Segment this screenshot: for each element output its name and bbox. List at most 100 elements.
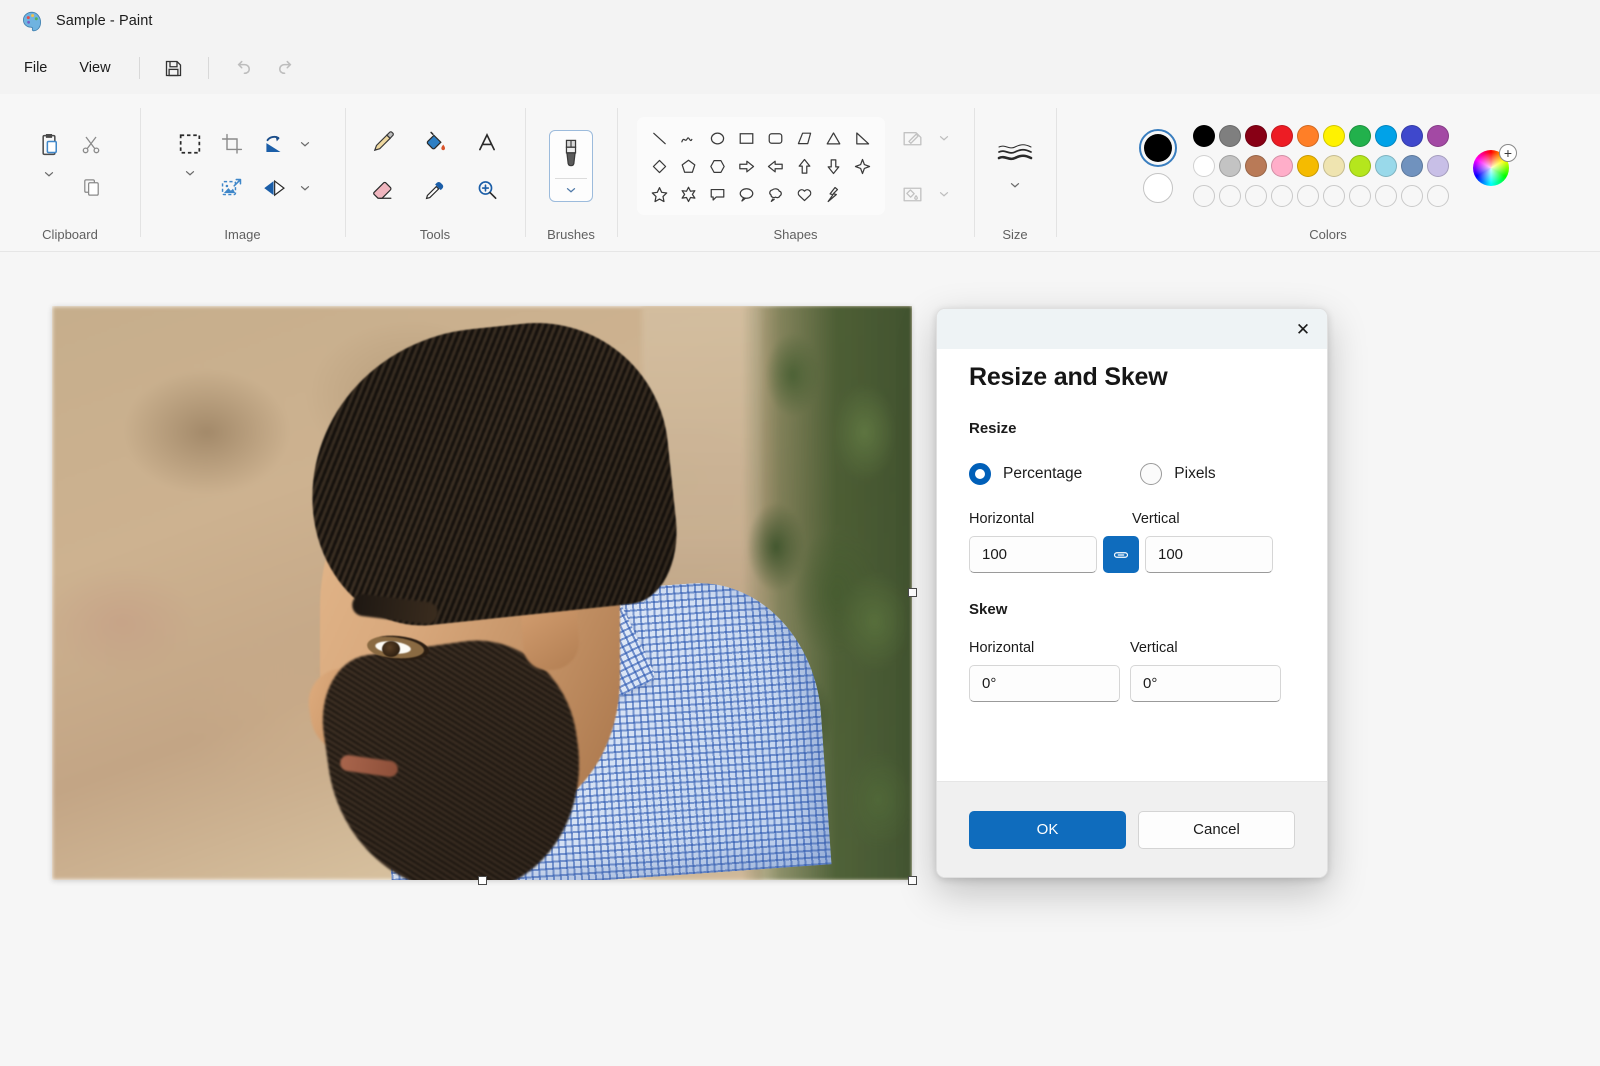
color-swatch-r2-c9[interactable] <box>1401 155 1423 177</box>
save-icon[interactable] <box>156 52 192 84</box>
rotate-icon[interactable] <box>254 124 294 164</box>
chevron-down-icon[interactable] <box>294 135 316 153</box>
shape-rounded-rectangle-icon[interactable] <box>762 125 789 151</box>
color-swatch-r2-c3[interactable] <box>1245 155 1267 177</box>
link-aspect-ratio-icon[interactable] <box>1103 536 1139 573</box>
resize-skew-icon[interactable] <box>212 168 252 208</box>
color-1-primary[interactable] <box>1139 129 1177 167</box>
eraser-icon[interactable] <box>363 170 403 210</box>
color-swatch-r1-c8[interactable] <box>1375 125 1397 147</box>
color-swatch-r2-c1[interactable] <box>1193 155 1215 177</box>
shape-diagonal-triangle-icon[interactable] <box>849 125 876 151</box>
flip-icon[interactable] <box>254 168 294 208</box>
radio-pixels[interactable]: Pixels <box>1140 463 1216 485</box>
redo-icon[interactable] <box>269 52 305 84</box>
eyedropper-icon[interactable] <box>415 170 455 210</box>
color-swatch-r1-c7[interactable] <box>1349 125 1371 147</box>
shape-down-arrow-icon[interactable] <box>820 153 847 179</box>
color-swatch-r3-c1[interactable] <box>1193 185 1215 207</box>
color-swatch-r2-c6[interactable] <box>1323 155 1345 177</box>
shape-line-icon[interactable] <box>646 125 673 151</box>
color-swatch-r1-c9[interactable] <box>1401 125 1423 147</box>
color-swatch-r3-c10[interactable] <box>1427 185 1449 207</box>
shape-hexagon-icon[interactable] <box>704 153 731 179</box>
size-button[interactable] <box>995 139 1035 194</box>
shape-heart-icon[interactable] <box>791 181 818 207</box>
color-swatch-r3-c3[interactable] <box>1245 185 1267 207</box>
chevron-down-icon[interactable] <box>560 181 582 199</box>
shape-up-arrow-icon[interactable] <box>791 153 818 179</box>
chevron-down-icon[interactable] <box>38 165 60 183</box>
shape-pentagon-icon[interactable] <box>675 153 702 179</box>
color-swatch-r2-c2[interactable] <box>1219 155 1241 177</box>
selection-handle-s[interactable] <box>478 876 487 885</box>
chevron-down-icon[interactable] <box>1004 176 1026 194</box>
color-swatch-r2-c5[interactable] <box>1297 155 1319 177</box>
shape-right-triangle-icon[interactable] <box>791 125 818 151</box>
chevron-down-icon[interactable] <box>294 179 316 197</box>
close-icon[interactable]: ✕ <box>1287 315 1319 343</box>
shape-fill-icon[interactable] <box>893 174 933 214</box>
color-swatch-r2-c8[interactable] <box>1375 155 1397 177</box>
resize-horizontal-input[interactable]: 100 <box>969 536 1097 573</box>
shape-lightning-icon[interactable] <box>820 181 847 207</box>
chevron-down-icon[interactable] <box>179 164 201 182</box>
color-swatch-r3-c6[interactable] <box>1323 185 1345 207</box>
color-swatch-r3-c7[interactable] <box>1349 185 1371 207</box>
color-2-secondary[interactable] <box>1143 173 1173 203</box>
color-swatch-r3-c9[interactable] <box>1401 185 1423 207</box>
color-swatch-r1-c3[interactable] <box>1245 125 1267 147</box>
ok-button[interactable]: OK <box>969 810 1126 849</box>
cancel-button[interactable]: Cancel <box>1138 810 1295 849</box>
color-swatch-r3-c8[interactable] <box>1375 185 1397 207</box>
shape-diamond-icon[interactable] <box>646 153 673 179</box>
text-icon[interactable] <box>467 122 507 162</box>
color-swatch-r2-c7[interactable] <box>1349 155 1371 177</box>
color-swatch-r1-c4[interactable] <box>1271 125 1293 147</box>
skew-vertical-input[interactable]: 0° <box>1130 665 1281 702</box>
shape-left-arrow-icon[interactable] <box>762 153 789 179</box>
image-canvas[interactable] <box>52 306 912 880</box>
radio-percentage[interactable]: Percentage <box>969 463 1082 485</box>
color-swatch-r2-c10[interactable] <box>1427 155 1449 177</box>
chevron-down-icon[interactable] <box>933 185 955 203</box>
color-swatch-r3-c4[interactable] <box>1271 185 1293 207</box>
shape-oval-callout-icon[interactable] <box>733 181 760 207</box>
menu-view[interactable]: View <box>63 54 126 83</box>
resize-vertical-input[interactable]: 100 <box>1145 536 1273 573</box>
shape-six-point-star-icon[interactable] <box>675 181 702 207</box>
color-wheel-icon[interactable]: + <box>1473 144 1517 188</box>
select-rectangle-icon[interactable] <box>170 124 210 164</box>
selection-handle-e[interactable] <box>908 588 917 597</box>
color-swatch-r1-c5[interactable] <box>1297 125 1319 147</box>
magnifier-icon[interactable] <box>467 170 507 210</box>
menu-file[interactable]: File <box>8 54 63 83</box>
skew-horizontal-input[interactable]: 0° <box>969 665 1120 702</box>
shape-cloud-callout-icon[interactable] <box>762 181 789 207</box>
crop-icon[interactable] <box>212 124 252 164</box>
color-swatch-r1-c1[interactable] <box>1193 125 1215 147</box>
color-swatch-r2-c4[interactable] <box>1271 155 1293 177</box>
undo-icon[interactable] <box>225 52 261 84</box>
shape-outline-icon[interactable] <box>893 118 933 158</box>
color-swatch-r3-c5[interactable] <box>1297 185 1319 207</box>
shape-rectangle-icon[interactable] <box>733 125 760 151</box>
shape-four-point-star-icon[interactable] <box>849 153 876 179</box>
brushes-button[interactable] <box>549 130 593 202</box>
shape-right-arrow-icon[interactable] <box>733 153 760 179</box>
pencil-icon[interactable] <box>363 122 403 162</box>
shape-curve-icon[interactable] <box>675 125 702 151</box>
chevron-down-icon[interactable] <box>933 129 955 147</box>
color-swatch-r1-c6[interactable] <box>1323 125 1345 147</box>
color-swatch-r3-c2[interactable] <box>1219 185 1241 207</box>
paste-icon[interactable] <box>29 125 69 165</box>
color-swatch-r1-c10[interactable] <box>1427 125 1449 147</box>
fill-bucket-icon[interactable] <box>415 122 455 162</box>
color-swatch-r1-c2[interactable] <box>1219 125 1241 147</box>
shape-five-point-star-icon[interactable] <box>646 181 673 207</box>
shape-oval-icon[interactable] <box>704 125 731 151</box>
canvas-work-area[interactable] <box>0 252 1600 1066</box>
shape-triangle-icon[interactable] <box>820 125 847 151</box>
shape-rounded-callout-icon[interactable] <box>704 181 731 207</box>
cut-scissors-icon[interactable] <box>71 125 111 165</box>
